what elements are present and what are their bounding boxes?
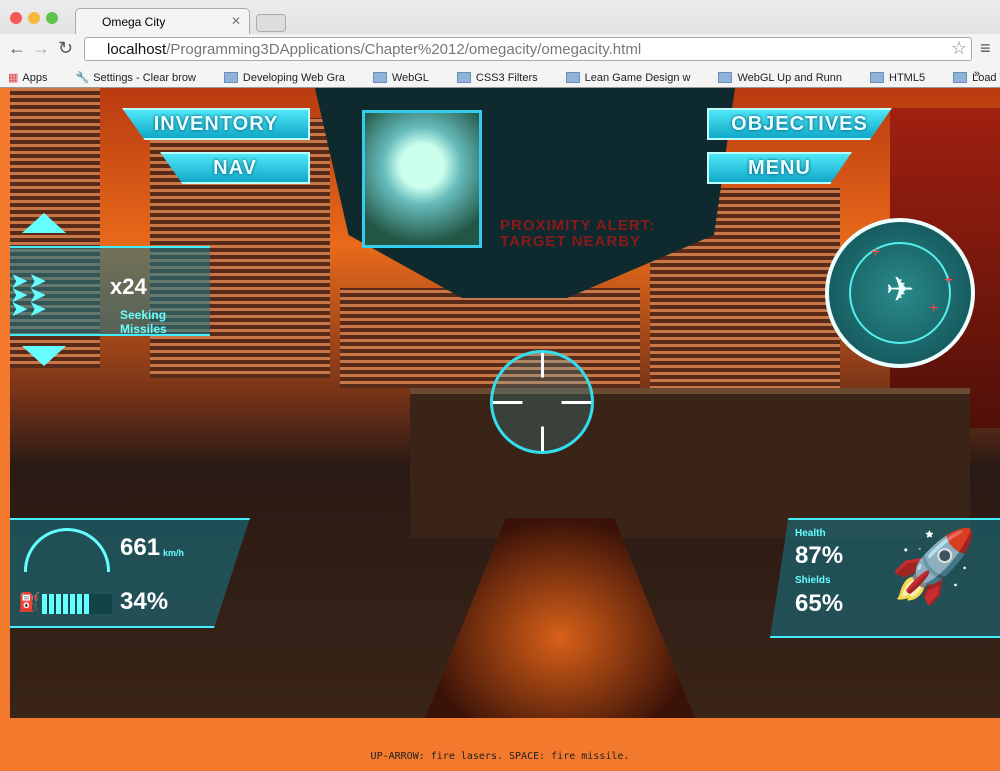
pilot-portrait bbox=[362, 110, 482, 248]
enemy-marker-icon: + bbox=[944, 272, 954, 289]
wrench-icon: 🔧 bbox=[75, 72, 90, 84]
status-panel: Health 87% Shields 65% 🚀 bbox=[770, 518, 1000, 638]
bookmark-label: Apps bbox=[22, 71, 48, 84]
missile-type: Seeking Missiles bbox=[120, 308, 167, 336]
bookmark[interactable]: WebGL Up and Runn bbox=[718, 68, 856, 87]
speedometer-icon bbox=[24, 528, 110, 572]
url-path: /Programming3DApplications/Chapter%2012/… bbox=[166, 41, 642, 58]
speed-value: 661 bbox=[120, 534, 161, 561]
fuel-pump-icon: ⛽ bbox=[18, 592, 41, 612]
enemy-marker-icon: + bbox=[929, 300, 939, 317]
bookmark-label: WebGL bbox=[391, 71, 429, 84]
menu-button[interactable]: MENU bbox=[707, 152, 852, 184]
bookmark-label: HTML5 bbox=[889, 71, 926, 84]
missile-icon: ➤➤ ➤➤ ➤➤ bbox=[10, 268, 47, 321]
window-controls bbox=[10, 12, 58, 24]
folder-icon bbox=[456, 72, 471, 83]
bookmark[interactable]: Developing Web Gra bbox=[223, 68, 359, 87]
close-window-button[interactable] bbox=[10, 12, 22, 24]
address-bar[interactable]: localhost/Programming3DApplications/Chap… bbox=[84, 37, 972, 61]
enemy-marker-icon: + bbox=[871, 244, 881, 261]
url-host: localhost bbox=[107, 41, 167, 58]
folder-icon bbox=[565, 72, 580, 83]
folder-icon bbox=[870, 72, 885, 83]
back-icon[interactable]: ← bbox=[8, 38, 26, 59]
zoom-window-button[interactable] bbox=[46, 12, 58, 24]
close-tab-icon[interactable]: ✕ bbox=[231, 14, 241, 28]
browser-chrome: Omega City ✕ ← → ↻ localhost/Programming3… bbox=[0, 0, 1000, 88]
reticle-horizontal bbox=[493, 401, 591, 404]
weapon-up-arrow-icon[interactable] bbox=[22, 213, 66, 233]
nav-button[interactable]: NAV bbox=[160, 152, 310, 184]
folder-icon bbox=[223, 72, 238, 83]
building bbox=[340, 288, 640, 388]
bookmark[interactable]: HTML5 bbox=[870, 68, 939, 87]
bookmark[interactable]: CSS3 Filters bbox=[456, 68, 552, 87]
apps-icon: ▦ bbox=[8, 72, 19, 84]
tab-omega-city[interactable]: Omega City ✕ bbox=[75, 8, 250, 34]
missile-count: x24 bbox=[110, 274, 147, 299]
controls-hint: UP-ARROW: fire lasers. SPACE: fire missi… bbox=[370, 751, 630, 762]
player-ship-cockpit bbox=[425, 518, 695, 718]
menu-icon[interactable]: ≡ bbox=[980, 38, 991, 59]
star-icon[interactable]: ☆ bbox=[951, 38, 967, 59]
tab-title: Omega City bbox=[102, 15, 166, 29]
fuel-fill bbox=[42, 594, 91, 614]
ship-status-icon: 🚀 bbox=[890, 527, 978, 605]
speed-fuel-panel: 661 km/h ⛽ 34% bbox=[10, 518, 250, 628]
health-label: Health bbox=[795, 528, 826, 539]
inventory-button[interactable]: INVENTORY bbox=[122, 108, 310, 140]
fuel-value: 34% bbox=[120, 588, 169, 615]
health-value: 87% bbox=[795, 542, 844, 569]
weapon-panel: ➤➤ ➤➤ ➤➤ x24 Seeking Missiles bbox=[10, 246, 210, 336]
game-canvas[interactable]: INVENTORY NAV OBJECTIVES MENU PROXIMITY … bbox=[10, 88, 1000, 718]
bookmark-label: CSS3 Filters bbox=[475, 71, 538, 84]
weapon-down-arrow-icon[interactable] bbox=[22, 346, 66, 366]
folder-icon bbox=[718, 72, 733, 83]
shields-value: 65% bbox=[795, 590, 844, 617]
bookmarks-bar: ▦ Apps 🔧 Settings - Clear brow Developing … bbox=[0, 64, 1000, 87]
fuel-gauge bbox=[42, 594, 112, 614]
proximity-alert: PROXIMITY ALERT: TARGET NEARBY bbox=[500, 218, 655, 250]
objectives-button[interactable]: OBJECTIVES bbox=[707, 108, 892, 140]
folder-icon bbox=[953, 72, 968, 83]
new-tab-button[interactable] bbox=[256, 14, 286, 32]
reload-icon[interactable]: ↻ bbox=[58, 38, 73, 59]
bookmark-label: Lean Game Design w bbox=[584, 71, 691, 84]
bookmark-label: Settings - Clear brow bbox=[93, 71, 196, 84]
alert-line: PROXIMITY ALERT: bbox=[500, 217, 656, 234]
radar: ✈ + + + bbox=[825, 218, 975, 368]
shields-label: Shields bbox=[795, 575, 831, 586]
bookmark-label: WebGL Up and Runn bbox=[737, 71, 843, 84]
bookmark[interactable]: Lean Game Design w bbox=[565, 68, 705, 87]
bookmark-label: Developing Web Gra bbox=[242, 71, 345, 84]
speed-unit: km/h bbox=[163, 548, 185, 558]
bookmark-settings[interactable]: 🔧 Settings - Clear brow bbox=[75, 68, 209, 87]
folder-icon bbox=[372, 72, 387, 83]
toolbar: ← → ↻ localhost/Programming3DApplication… bbox=[0, 34, 1000, 64]
more-bookmarks-button[interactable]: » bbox=[974, 68, 980, 80]
alert-line: TARGET NEARBY bbox=[500, 233, 642, 250]
bookmark-apps[interactable]: ▦ Apps bbox=[8, 68, 61, 87]
forward-icon[interactable]: → bbox=[32, 38, 50, 59]
minimize-window-button[interactable] bbox=[28, 12, 40, 24]
bookmark[interactable]: WebGL bbox=[372, 68, 443, 87]
targeting-reticle bbox=[490, 350, 594, 454]
